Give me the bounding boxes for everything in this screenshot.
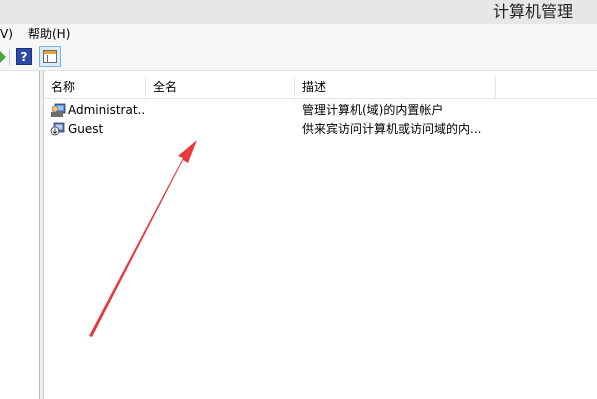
annotation-arrow-overlay [89, 140, 197, 337]
red-arrow-icon [89, 140, 197, 337]
